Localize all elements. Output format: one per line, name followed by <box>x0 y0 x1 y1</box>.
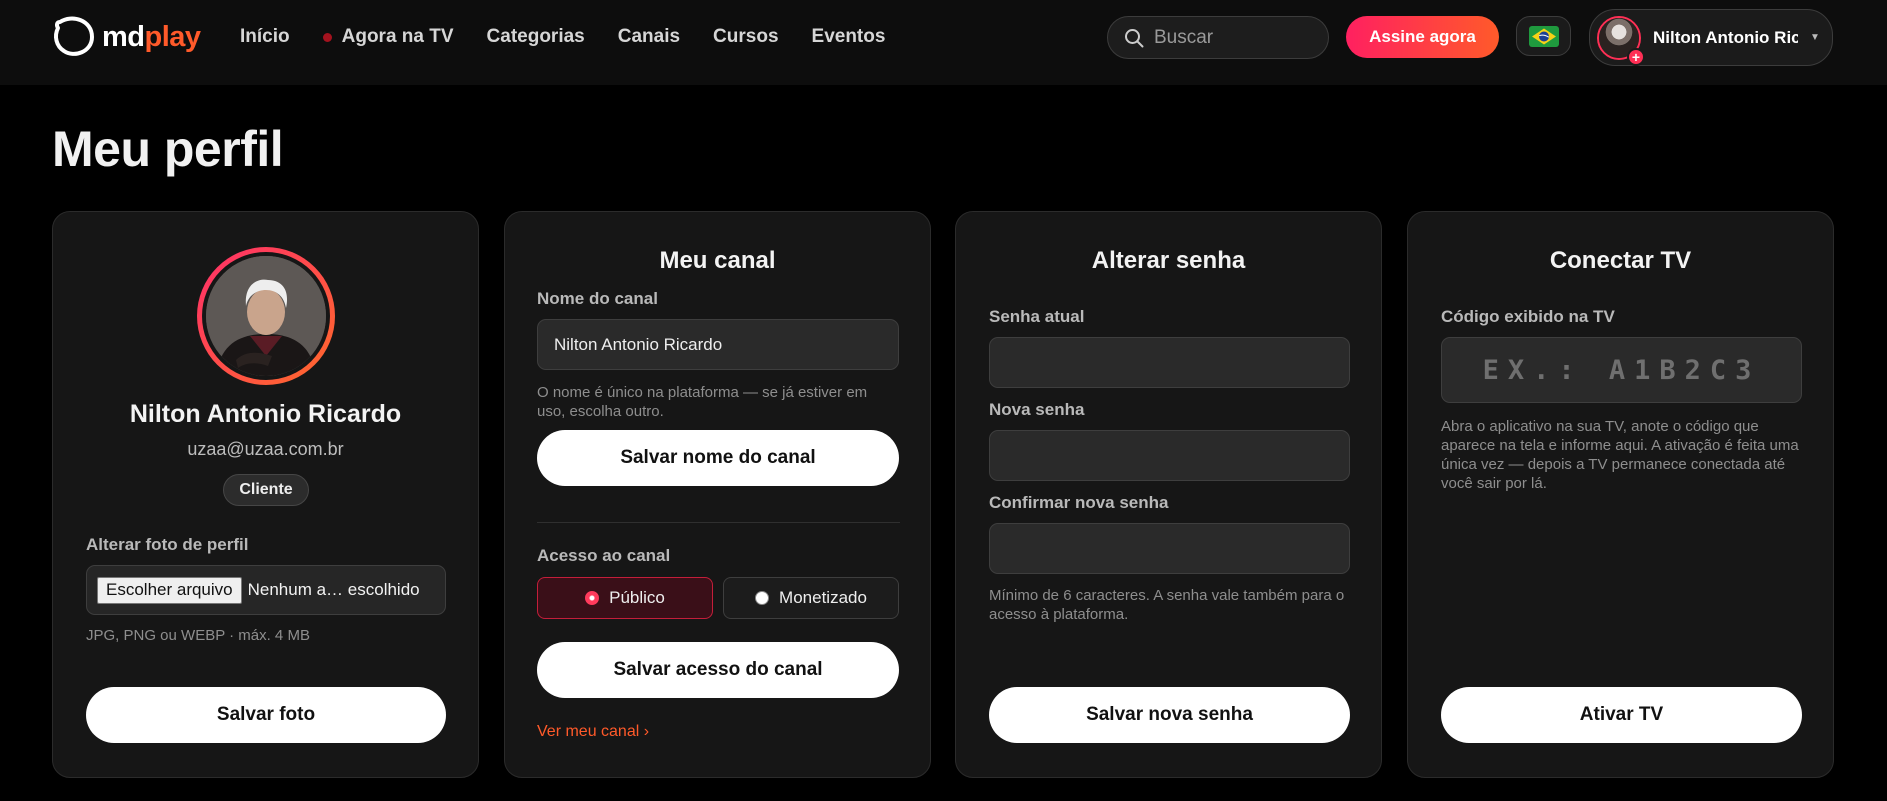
radio-label: Público <box>609 588 665 607</box>
save-photo-button[interactable]: Salvar foto <box>86 687 446 743</box>
password-hint: Mínimo de 6 caracteres. A senha vale tam… <box>989 587 1345 623</box>
choose-file-button[interactable]: Escolher arquivo <box>97 576 242 604</box>
new-password-input[interactable] <box>989 430 1350 481</box>
channel-card: Meu canal Nome do canal Nilton Antonio R… <box>504 211 931 778</box>
user-name: Nilton Antonio Ric <box>1653 27 1798 47</box>
confirm-password-label: Confirmar nova senha <box>989 493 1169 512</box>
tv-hint: Abra o aplicativo na sua TV, anote o cód… <box>1441 418 1799 492</box>
logo[interactable]: mdplay <box>52 15 201 59</box>
tv-code-input[interactable] <box>1442 354 1801 386</box>
view-channel-link[interactable]: Ver meu canal › <box>537 723 649 741</box>
password-card: Alterar senha Senha atual Nova senha Con… <box>955 211 1382 778</box>
save-password-button[interactable]: Salvar nova senha <box>989 687 1350 743</box>
tv-card: Conectar TV Código exibido na TV Abra o … <box>1407 211 1834 778</box>
password-card-title: Alterar senha <box>1091 247 1246 274</box>
current-password-label: Senha atual <box>989 307 1085 326</box>
top-navigation-bar: mdplay Início Agora na TV Categorias Can… <box>0 0 1887 85</box>
radio-label: Monetizado <box>779 588 867 607</box>
nav-item-cursos[interactable]: Cursos <box>713 26 778 48</box>
channel-name-hint: O nome é único na plataforma — se já est… <box>537 384 868 420</box>
nav-item-label: Agora na TV <box>341 26 454 47</box>
radio-monetizado[interactable]: Monetizado <box>723 577 899 619</box>
avatar: + <box>1597 15 1645 66</box>
plus-badge-icon: + <box>1627 47 1645 66</box>
divider <box>537 522 900 523</box>
nav-item-inicio[interactable]: Início <box>240 26 290 48</box>
nav-item-agora-na-tv[interactable]: Agora na TV <box>322 26 454 48</box>
radio-publico[interactable]: Público <box>537 577 713 619</box>
brazil-flag-icon <box>1528 25 1559 47</box>
photo-label: Alterar foto de perfil <box>86 535 249 554</box>
subscribe-button[interactable]: Assine agora <box>1346 16 1499 58</box>
current-password-input[interactable] <box>989 337 1350 388</box>
save-channel-name-button[interactable]: Salvar nome do canal <box>537 430 899 486</box>
activate-tv-button[interactable]: Ativar TV <box>1441 687 1802 743</box>
nav-item-categorias[interactable]: Categorias <box>487 26 585 48</box>
live-dot-icon <box>322 32 332 42</box>
profile-card: Nilton Antonio Ricardo uzaa@uzaa.com.br … <box>52 211 479 778</box>
channel-name-input[interactable]: Nilton Antonio Ricardo <box>537 319 899 370</box>
radio-selected-icon <box>585 591 600 605</box>
nav-item-canais[interactable]: Canais <box>618 26 680 48</box>
confirm-password-input[interactable] <box>989 523 1350 574</box>
channel-access-label: Acesso ao canal <box>537 546 671 565</box>
main-nav: Início Agora na TV Categorias Canais Cur… <box>240 24 918 50</box>
tv-card-title: Conectar TV <box>1549 247 1692 274</box>
nav-item-eventos[interactable]: Eventos <box>812 26 886 48</box>
save-channel-access-button[interactable]: Salvar acesso do canal <box>537 642 899 698</box>
search-input[interactable] <box>1154 26 1314 49</box>
file-status: Nenhum a… escolhido <box>247 580 420 599</box>
profile-avatar <box>197 247 335 385</box>
search-icon <box>1125 28 1144 47</box>
tv-code-field[interactable] <box>1441 337 1802 403</box>
channel-name-label: Nome do canal <box>537 289 658 308</box>
logo-text: mdplay <box>102 20 201 53</box>
profile-name: Nilton Antonio Ricardo <box>129 400 402 428</box>
page-title: Meu perfil <box>52 121 284 177</box>
logo-icon <box>54 16 94 56</box>
role-badge: Cliente <box>223 474 309 506</box>
file-hint: JPG, PNG ou WEBP · máx. 4 MB <box>86 627 310 644</box>
chevron-down-icon: ▼ <box>1810 32 1820 43</box>
profile-email: uzaa@uzaa.com.br <box>187 439 344 459</box>
radio-unselected-icon <box>755 591 770 605</box>
search-box[interactable] <box>1107 16 1329 59</box>
user-menu-button[interactable]: + Nilton Antonio Ric ▼ <box>1589 9 1833 66</box>
new-password-label: Nova senha <box>989 400 1085 419</box>
language-button[interactable] <box>1516 16 1571 56</box>
channel-card-title: Meu canal <box>659 247 776 274</box>
profile-photo <box>206 256 326 376</box>
file-input[interactable]: Escolher arquivo Nenhum a… escolhido <box>86 565 446 615</box>
tv-code-label: Código exibido na TV <box>1441 307 1615 326</box>
